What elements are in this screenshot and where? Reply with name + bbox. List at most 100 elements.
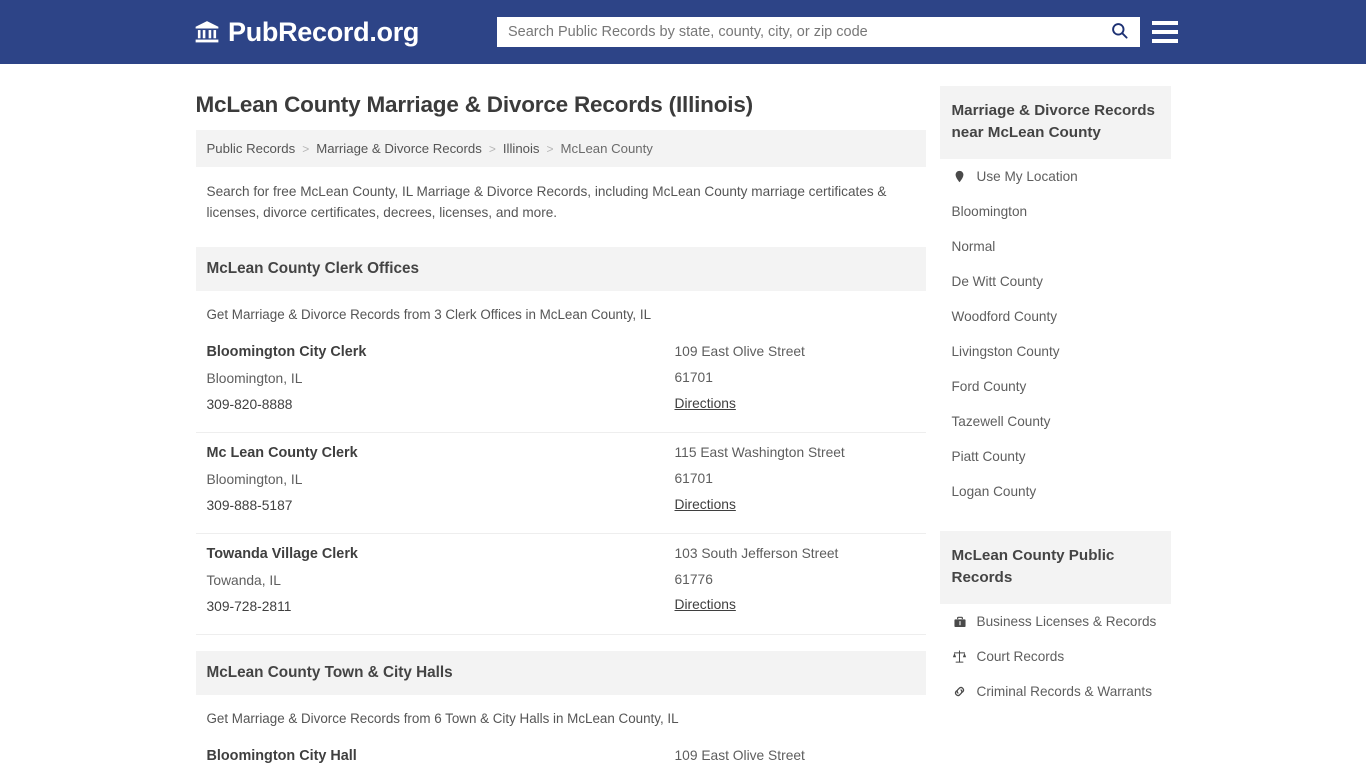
record-zip: 61776 — [674, 571, 713, 587]
sidebar-public-records-list: Business Licenses & Records Court Record… — [940, 604, 1171, 709]
site-logo-text: PubRecord.org — [228, 16, 420, 47]
directions-link[interactable]: Directions — [675, 592, 736, 618]
sidebar-item-label: Piatt County — [951, 449, 1026, 465]
section-heading-town-city-halls: McLean County Town & City Halls — [195, 650, 926, 695]
sidebar-item-logan-county[interactable]: Logan County — [940, 474, 1171, 509]
record-left: Bloomington City Clerk Bloomington, IL 3… — [207, 340, 675, 418]
record-left: Bloomington City Hall Bloomington, IL 30… — [207, 744, 675, 768]
sidebar-item-woodford-county[interactable]: Woodford County — [940, 299, 1171, 334]
hamburger-bar — [1152, 30, 1178, 34]
list-item: Bloomington — [940, 194, 1171, 229]
sidebar-item-livingston-county[interactable]: Livingston County — [940, 334, 1171, 369]
sidebar: Marriage & Divorce Records near McLean C… — [939, 64, 1171, 768]
sidebar-item-label: Criminal Records & Warrants — [976, 684, 1153, 700]
map-pin-icon — [952, 169, 968, 184]
record-citystate: Bloomington, IL — [206, 371, 303, 387]
record-street: 115 East Washington Street — [674, 444, 845, 460]
sidebar-item-label: Ford County — [951, 379, 1027, 395]
section-subtitle-clerk-offices: Get Marriage & Divorce Records from 3 Cl… — [206, 307, 652, 323]
handcuffs-icon — [952, 684, 968, 699]
record-name: Mc Lean County Clerk — [206, 444, 358, 461]
sidebar-item-label: Use My Location — [976, 169, 1078, 185]
record-name: Bloomington City Clerk — [206, 344, 367, 361]
record-phone: 309-820-8888 — [206, 396, 293, 412]
bank-icon — [194, 19, 220, 45]
directions-link[interactable]: Directions — [675, 391, 736, 417]
record-right: 115 East Washington Street 61701 Directi… — [675, 441, 915, 519]
hamburger-bar — [1152, 39, 1178, 43]
sidebar-item-label: De Witt County — [951, 274, 1043, 290]
breadcrumb-item-public-records[interactable]: Public Records — [207, 141, 296, 156]
main-column: McLean County Marriage & Divorce Records… — [195, 64, 926, 768]
sidebar-item-criminal-records[interactable]: Criminal Records & Warrants — [940, 674, 1171, 709]
sidebar-item-label: Normal — [951, 239, 996, 255]
search-button[interactable] — [1106, 21, 1139, 43]
record-street: 109 East Olive Street — [674, 747, 805, 763]
record-phone: 309-728-2811 — [206, 598, 292, 614]
hamburger-menu-icon[interactable] — [1152, 18, 1178, 46]
hamburger-bar — [1152, 21, 1178, 25]
sidebar-item-label: Logan County — [951, 484, 1037, 500]
list-item: Woodford County — [940, 299, 1171, 334]
list-item: Logan County — [940, 474, 1171, 509]
record-right: 109 East Olive Street 61701 Directions — [675, 340, 915, 418]
scales-icon — [952, 649, 968, 664]
page-body: McLean County Marriage & Divorce Records… — [0, 64, 1366, 768]
record-street: 103 South Jefferson Street — [674, 545, 839, 561]
breadcrumb-item-illinois[interactable]: Illinois — [503, 141, 540, 156]
sidebar-item-use-my-location[interactable]: Use My Location — [940, 159, 1171, 194]
sidebar-heading-public-records: McLean County Public Records — [939, 531, 1171, 605]
section-subtitle-town-city-halls: Get Marriage & Divorce Records from 6 To… — [206, 710, 679, 726]
sidebar-heading-nearby: Marriage & Divorce Records near McLean C… — [939, 86, 1171, 160]
breadcrumb-item-marriage-divorce-records[interactable]: Marriage & Divorce Records — [316, 141, 482, 156]
sidebar-item-label: Woodford County — [951, 309, 1058, 325]
search-bar[interactable] — [497, 17, 1140, 47]
table-row: Bloomington City Clerk Bloomington, IL 3… — [195, 332, 926, 433]
sidebar-item-label: Bloomington — [951, 204, 1028, 220]
record-zip: 61701 — [674, 470, 713, 486]
section-heading-clerk-offices: McLean County Clerk Offices — [195, 247, 926, 292]
breadcrumb-item-mclean-county: McLean County — [560, 141, 653, 156]
record-street: 109 East Olive Street — [674, 344, 805, 360]
sidebar-item-business-licenses[interactable]: Business Licenses & Records — [940, 604, 1171, 639]
sidebar-item-court-records[interactable]: Court Records — [940, 639, 1171, 674]
sidebar-item-tazewell-county[interactable]: Tazewell County — [940, 404, 1171, 439]
directions-link[interactable]: Directions — [675, 492, 736, 518]
record-left: Mc Lean County Clerk Bloomington, IL 309… — [207, 441, 675, 519]
sidebar-nearby-list: Use My Location Bloomington Normal De Wi… — [940, 159, 1171, 509]
sidebar-item-normal[interactable]: Normal — [940, 229, 1171, 264]
sidebar-item-ford-county[interactable]: Ford County — [940, 369, 1171, 404]
breadcrumb: Public Records > Marriage & Divorce Reco… — [195, 130, 926, 167]
record-left: Towanda Village Clerk Towanda, IL 309-72… — [207, 542, 675, 620]
search-input[interactable] — [498, 18, 1106, 46]
record-name: Towanda Village Clerk — [206, 545, 358, 562]
briefcase-icon — [952, 615, 968, 629]
sidebar-item-label: Business Licenses & Records — [976, 614, 1157, 630]
record-zip: 61701 — [674, 369, 713, 385]
sidebar-item-label: Livingston County — [951, 344, 1060, 360]
sidebar-item-piatt-county[interactable]: Piatt County — [940, 439, 1171, 474]
list-item: Tazewell County — [940, 404, 1171, 439]
list-item: Business Licenses & Records — [940, 604, 1171, 639]
table-row: Towanda Village Clerk Towanda, IL 309-72… — [195, 534, 926, 635]
breadcrumb-separator-icon: > — [302, 141, 310, 156]
list-item: Piatt County — [940, 439, 1171, 474]
site-header: PubRecord.org — [0, 0, 1366, 64]
page-intro-text: Search for free McLean County, IL Marria… — [206, 184, 887, 221]
list-item: Use My Location — [940, 159, 1171, 194]
record-citystate: Bloomington, IL — [206, 471, 303, 487]
sidebar-item-label: Tazewell County — [951, 414, 1051, 430]
record-phone: 309-888-5187 — [206, 497, 293, 513]
record-right: 103 South Jefferson Street 61776 Directi… — [675, 542, 915, 620]
sidebar-item-bloomington[interactable]: Bloomington — [940, 194, 1171, 229]
sidebar-item-label: Court Records — [976, 649, 1065, 665]
list-item: Criminal Records & Warrants — [940, 674, 1171, 709]
list-item: De Witt County — [940, 264, 1171, 299]
list-item: Ford County — [940, 369, 1171, 404]
breadcrumb-separator-icon: > — [488, 141, 496, 156]
site-logo[interactable]: PubRecord.org — [194, 16, 420, 47]
list-item: Court Records — [940, 639, 1171, 674]
sidebar-item-de-witt-county[interactable]: De Witt County — [940, 264, 1171, 299]
record-right: 109 East Olive Street 61701 Directions — [675, 744, 915, 768]
table-row: Bloomington City Hall Bloomington, IL 30… — [196, 736, 926, 768]
